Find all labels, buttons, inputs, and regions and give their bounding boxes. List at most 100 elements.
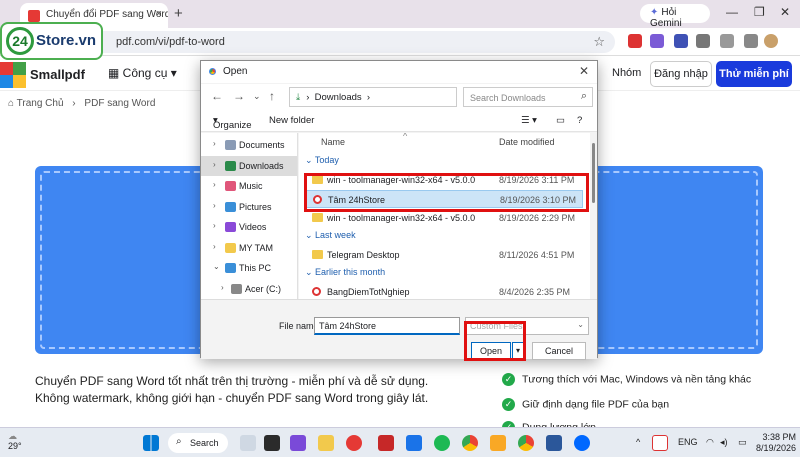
back-arrow-icon[interactable]: ← — [211, 89, 223, 103]
chevron-icon[interactable]: › — [213, 242, 216, 251]
nav-folder-icon — [225, 181, 236, 191]
tray-chevron-icon[interactable]: ^ — [636, 437, 640, 447]
chevron-icon[interactable]: › — [213, 180, 216, 189]
chrome-icon[interactable] — [518, 435, 534, 451]
close-tab-icon[interactable]: × — [156, 8, 162, 20]
chevron-icon[interactable]: › — [213, 221, 216, 230]
extension-red-icon[interactable] — [628, 34, 642, 48]
dialog-footer: File name: Tâm 24hStore Custom Files ⌄ O… — [201, 299, 597, 360]
column-header-name[interactable]: Name — [321, 137, 345, 147]
chevron-icon[interactable]: ⌄ — [213, 262, 220, 271]
nav-item[interactable]: › Music — [201, 176, 297, 196]
group-chevron-icon[interactable]: ⌄ — [305, 267, 315, 277]
breadcrumb-home[interactable]: Trang Chủ — [17, 98, 64, 109]
help-icon[interactable]: ? — [577, 115, 582, 126]
spotify-icon[interactable] — [434, 435, 450, 451]
taskbar-search-label: Search — [190, 438, 219, 448]
app-icon[interactable] — [406, 435, 422, 451]
nav-item[interactable]: › Documents — [201, 135, 297, 155]
dialog-close-icon[interactable]: ✕ — [579, 64, 589, 78]
nav-item[interactable]: › Downloads — [201, 155, 297, 176]
free-trial-button[interactable]: Thử miễn phí — [716, 61, 792, 87]
path-breadcrumb[interactable]: ⤓› Downloads › ⟳ — [289, 87, 539, 107]
url-text: pdf.com/vi/pdf-to-word — [116, 36, 225, 48]
nav-team[interactable]: Nhóm — [612, 67, 641, 79]
file-name-input[interactable]: Tâm 24hStore — [314, 317, 460, 335]
file-date: 8/19/2026 2:29 PM — [499, 213, 576, 223]
url-input[interactable]: pdf.com/vi/pdf-to-word ☆ — [80, 31, 615, 53]
chevron-down-icon: ⌄ — [577, 320, 584, 329]
app-icon[interactable] — [346, 435, 362, 451]
nav-folder-icon — [225, 222, 236, 232]
chevron-icon[interactable]: › — [213, 160, 216, 169]
file-group-header[interactable]: ⌄ Today — [305, 155, 339, 166]
chrome-icon[interactable] — [462, 435, 478, 451]
chevron-icon[interactable]: › — [221, 283, 224, 292]
nav-item[interactable]: › Pictures — [201, 197, 297, 217]
new-folder-button[interactable]: New folder — [269, 115, 314, 126]
nav-item[interactable]: ⌄ This PC — [201, 258, 297, 278]
wifi-icon[interactable]: ◠ — [706, 437, 714, 448]
extension-purple-icon[interactable] — [650, 34, 664, 48]
chevron-icon[interactable]: › — [213, 139, 216, 148]
nav-folder-icon — [225, 201, 236, 212]
nav-item[interactable]: › Acer (C:) — [201, 279, 297, 299]
path-segment[interactable]: Downloads — [315, 92, 362, 103]
file-group-header[interactable]: ⌄ Last week — [305, 230, 356, 241]
ask-gemini-button[interactable]: ✦ Hỏi Gemini — [640, 4, 710, 29]
maximize-button[interactable]: ❐ — [754, 5, 765, 19]
organize-button[interactable]: Organize ▾ — [213, 115, 252, 131]
battery-icon[interactable]: ▭ — [738, 437, 747, 448]
brand-name[interactable]: Smallpdf — [30, 67, 85, 82]
dialog-navigation-pane: › Documents › Downloads › Music › Pictures › Vide… — [201, 133, 298, 299]
file-group-header[interactable]: ⌄ Earlier this month — [305, 267, 385, 278]
new-tab-button[interactable]: + — [174, 5, 183, 22]
app-icon[interactable] — [290, 435, 306, 451]
widget-icon[interactable] — [240, 435, 256, 451]
forward-arrow-icon[interactable]: → — [233, 89, 245, 103]
group-chevron-icon[interactable]: ⌄ — [305, 155, 315, 165]
nav-item[interactable]: › Videos — [201, 217, 297, 237]
up-arrow-icon[interactable]: ↑ — [269, 89, 275, 103]
file-explorer-icon[interactable] — [318, 435, 334, 451]
extensions-puzzle-icon[interactable] — [696, 34, 710, 48]
office-icon[interactable] — [378, 435, 394, 451]
chevron-icon[interactable]: › — [213, 201, 216, 210]
login-button[interactable]: Đăng nhập — [650, 61, 712, 87]
group-chevron-icon[interactable]: ⌄ — [305, 230, 315, 240]
recent-chevron-icon[interactable]: ⌄ — [253, 91, 261, 102]
smallpdf-logo-icon[interactable] — [0, 62, 26, 88]
search-downloads-input[interactable]: Search Downloads ⌕ — [463, 87, 593, 107]
start-menu-icon[interactable] — [143, 435, 159, 451]
search-icon: ⌕ — [580, 90, 587, 102]
word-icon[interactable] — [546, 435, 562, 451]
tools-menu[interactable]: ▦ Công cụ ▾ — [108, 66, 177, 80]
preview-pane-icon[interactable]: ▭ — [556, 115, 565, 126]
file-date: 8/4/2026 2:35 PM — [499, 287, 571, 297]
weather-widget[interactable]: ☁ 29° — [8, 431, 22, 451]
view-options-icon[interactable]: ☰ ▾ — [521, 115, 537, 126]
extension-badge-icon[interactable] — [674, 34, 688, 48]
task-view-icon[interactable] — [264, 435, 280, 451]
system-clock[interactable]: 3:38 PM 8/19/2026 — [752, 432, 796, 454]
column-header-date[interactable]: Date modified — [499, 137, 555, 147]
file-list-scrollbar[interactable] — [590, 133, 597, 299]
tray-app-icon[interactable] — [652, 435, 668, 451]
folder-icon — [312, 213, 323, 222]
cancel-button[interactable]: Cancel — [532, 342, 586, 360]
nav-item[interactable]: › MY TAM — [201, 238, 297, 258]
bookmark-star-icon[interactable]: ☆ — [593, 34, 605, 50]
profile-avatar[interactable] — [764, 34, 778, 48]
zalo-icon[interactable] — [574, 435, 590, 451]
language-indicator[interactable]: ENG — [678, 437, 698, 447]
volume-icon[interactable]: ◂) — [720, 437, 728, 448]
file-row[interactable]: BangDiemTotNghiep 8/4/2026 2:35 PM — [305, 283, 583, 299]
minimize-button[interactable]: — — [726, 5, 738, 19]
download-icon[interactable] — [744, 34, 758, 48]
taskbar-search[interactable]: ⌕ Search — [168, 433, 228, 453]
app-icon[interactable] — [490, 435, 506, 451]
file-row[interactable]: Telegram Desktop 8/11/2026 4:51 PM — [305, 246, 583, 264]
feature-item: ✓ Tương thích với Mac, Windows và nền tản… — [502, 373, 751, 386]
close-window-button[interactable]: ✕ — [780, 5, 790, 19]
sidebar-icon[interactable] — [720, 34, 734, 48]
